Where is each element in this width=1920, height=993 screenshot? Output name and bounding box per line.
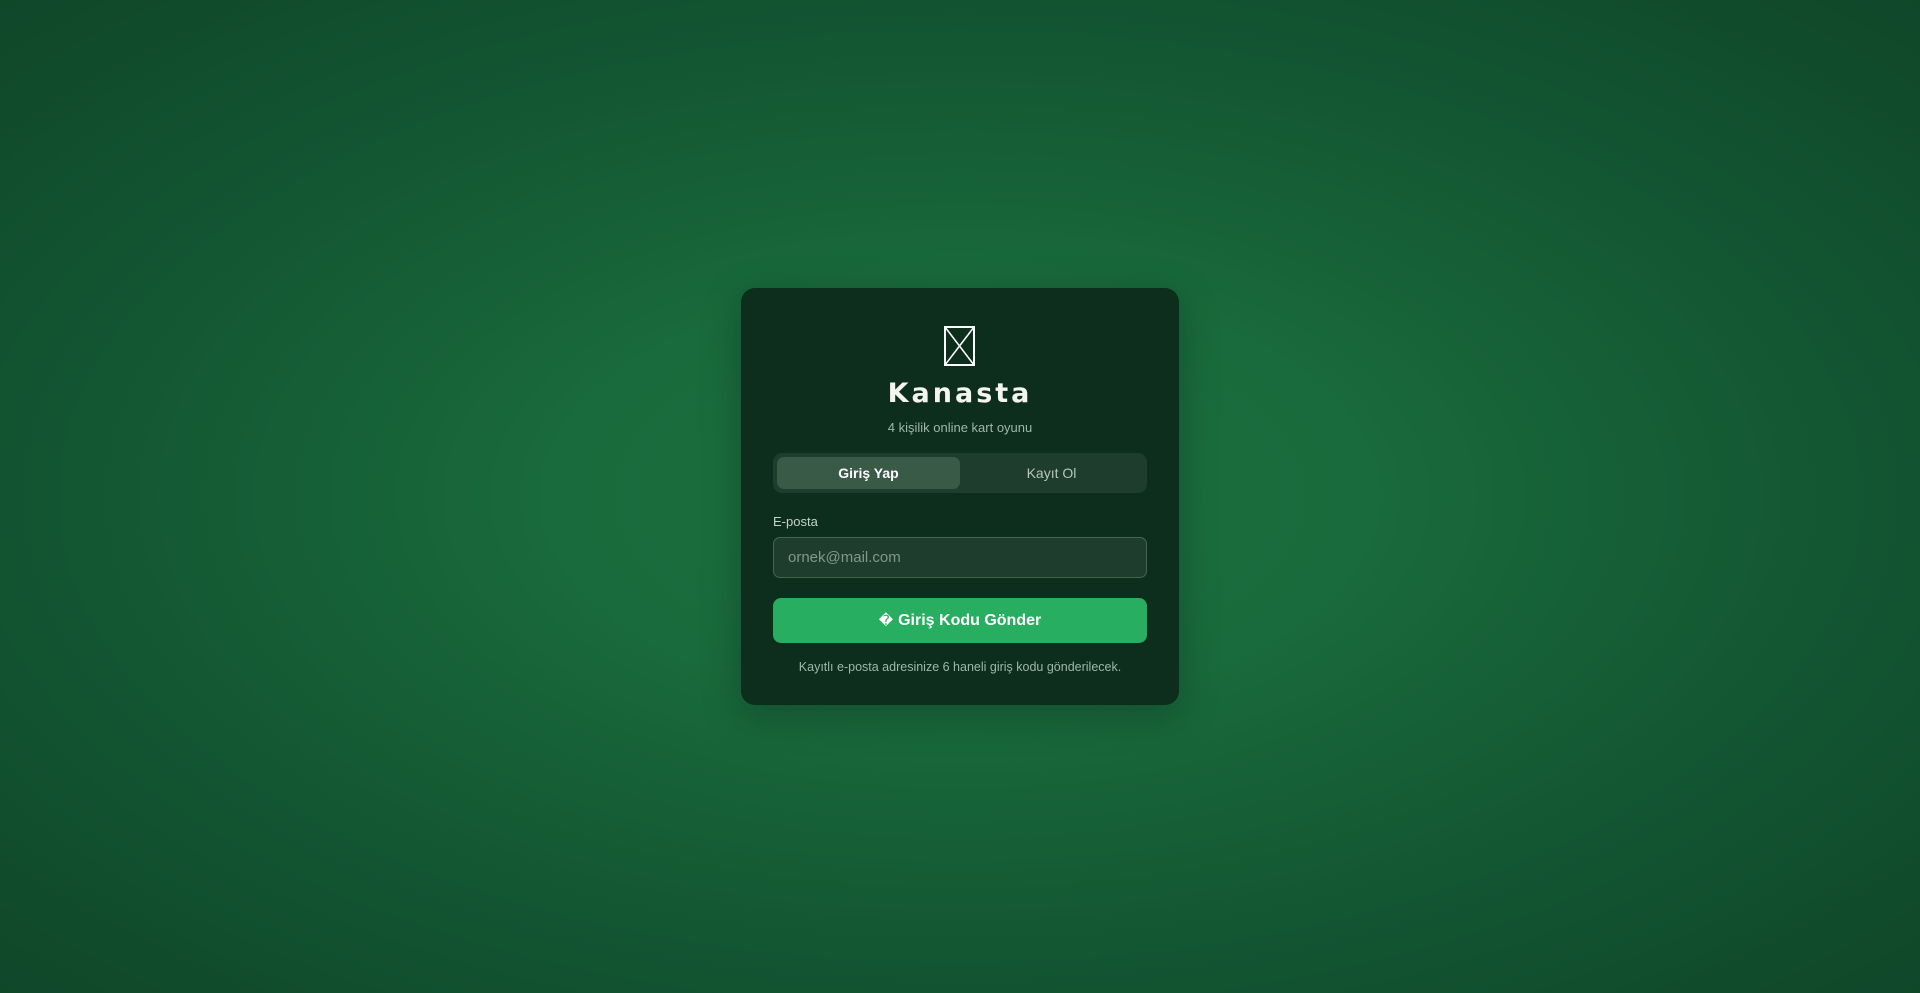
login-card: Kanasta 4 kişilik online kart oyunu Giri…: [741, 288, 1179, 705]
email-field[interactable]: [773, 537, 1147, 578]
cards-icon: [944, 326, 975, 366]
app-subtitle: 4 kişilik online kart oyunu: [887, 420, 1033, 435]
tab-register[interactable]: Kayıt Ol: [960, 457, 1143, 489]
login-hint: Kayıtlı e-posta adresinize 6 haneli giri…: [798, 660, 1122, 674]
auth-tabs: Giriş Yap Kayıt Ol: [773, 453, 1147, 493]
app-title: Kanasta: [887, 378, 1033, 409]
send-icon: �: [878, 612, 894, 628]
tab-login[interactable]: Giriş Yap: [777, 457, 960, 489]
send-login-code-label: Giriş Kodu Gönder: [898, 611, 1042, 629]
send-login-code-button[interactable]: � Giriş Kodu Gönder: [773, 598, 1147, 643]
email-label: E-posta: [773, 514, 818, 529]
